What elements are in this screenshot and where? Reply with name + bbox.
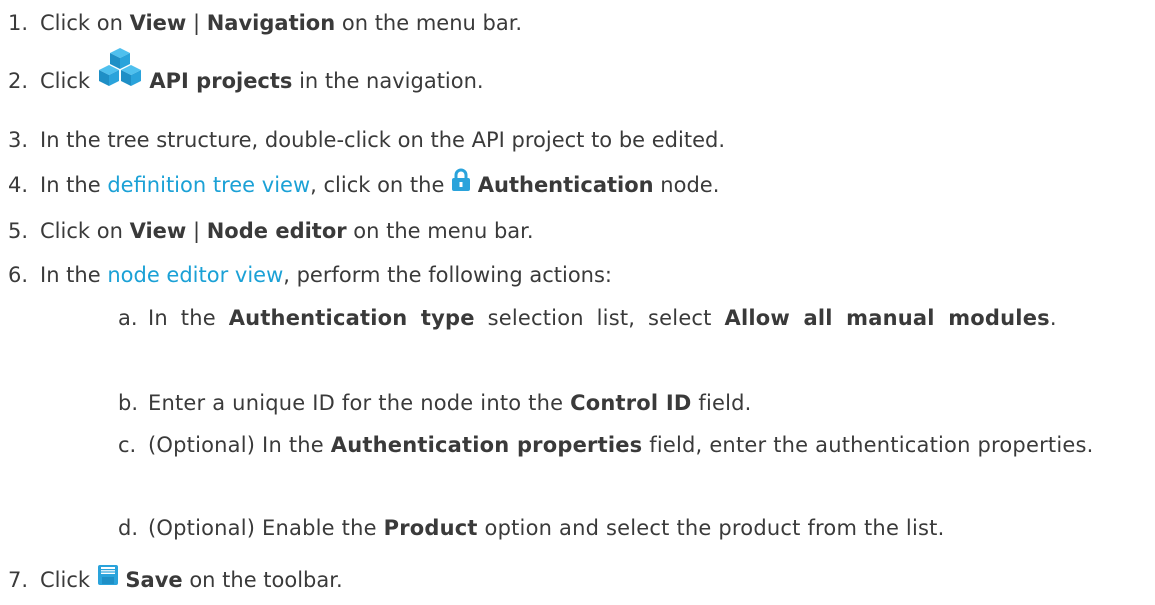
separator: | (186, 11, 207, 35)
substep-text: (Optional) In the (148, 433, 331, 457)
step-text: , perform the following actions: (283, 263, 613, 287)
step-text: Click on (40, 219, 130, 243)
step-text: In the (40, 173, 108, 197)
step-text: Click (40, 69, 97, 93)
step-2: 2. Click API projects in the navigation. (0, 48, 484, 94)
menu-view-label: View (129, 219, 187, 243)
step-text: on the menu bar. (335, 11, 523, 35)
step-number: 6. (8, 263, 29, 287)
step-7: 7. Click Save on the toolbar. (0, 564, 343, 593)
substep-text: Enter a unique ID for the node into the (148, 391, 571, 415)
step-number: 3. (8, 128, 29, 152)
step-number: 4. (8, 173, 29, 197)
step-text: in the navigation. (292, 69, 484, 93)
substep-letter: d. (118, 516, 139, 540)
substep-letter: c. (118, 433, 137, 457)
substep-text: option and select the product from the l… (477, 516, 945, 540)
step-text: on the menu bar. (346, 219, 534, 243)
substep-text: field. (691, 391, 752, 415)
menu-node-editor-label: Node editor (206, 219, 347, 243)
node-editor-view-link[interactable]: node editor view (107, 263, 283, 287)
authentication-node-label: Authentication (477, 173, 654, 197)
substep-text: (Optional) Enable the (148, 516, 384, 540)
step-text: node. (653, 173, 720, 197)
api-projects-cubes-icon (97, 48, 143, 94)
step-text: In the tree structure, double-click on t… (40, 128, 725, 152)
step-number: 7. (8, 568, 29, 592)
authentication-properties-label: Authentication properties (330, 433, 643, 457)
substep-a: a. In the Authentication type selection … (118, 303, 1138, 333)
save-label: Save (125, 568, 183, 592)
substep-d: d. (Optional) Enable the Product option … (118, 513, 1138, 543)
step-text: Click on (40, 11, 130, 35)
substep-letter: b. (118, 391, 139, 415)
step-number: 1. (8, 11, 29, 35)
authentication-type-label: Authentication type (228, 306, 475, 330)
step-text: In the (40, 263, 108, 287)
product-label: Product (383, 516, 478, 540)
menu-navigation-label: Navigation (206, 11, 336, 35)
step-3: 3. In the tree structure, double-click on… (0, 127, 725, 153)
menu-view-label: View (129, 11, 187, 35)
lock-icon (451, 168, 471, 198)
procedure-document: 1. Click on View | Navigation on the menu… (0, 0, 1155, 605)
substep-text: In the (148, 306, 229, 330)
substep-text: field, enter the authentication properti… (642, 433, 1094, 457)
substep-letter: a. (118, 306, 138, 330)
save-icon (97, 564, 119, 592)
step-text: on the toolbar. (182, 568, 343, 592)
substep-b: b. Enter a unique ID for the node into t… (118, 388, 1138, 418)
step-4: 4. In the definition tree view, click on … (0, 168, 720, 198)
substep-c: c. (Optional) In the Authentication prop… (118, 430, 1138, 460)
step-number: 2. (8, 69, 29, 93)
api-projects-label: API projects (149, 69, 293, 93)
substep-text: . (1049, 306, 1057, 330)
allow-all-manual-modules-label: Allow all manual modules (724, 306, 1050, 330)
control-id-label: Control ID (570, 391, 692, 415)
substep-text: selection list, select (474, 306, 725, 330)
step-text: , click on the (310, 173, 452, 197)
step-number: 5. (8, 219, 29, 243)
separator: | (186, 219, 207, 243)
definition-tree-view-link[interactable]: definition tree view (107, 173, 310, 197)
step-6: 6. In the node editor view, perform the f… (0, 262, 612, 288)
step-5: 5. Click on View | Node editor on the men… (0, 218, 534, 244)
step-1: 1. Click on View | Navigation on the menu… (0, 10, 522, 36)
step-text: Click (40, 568, 97, 592)
